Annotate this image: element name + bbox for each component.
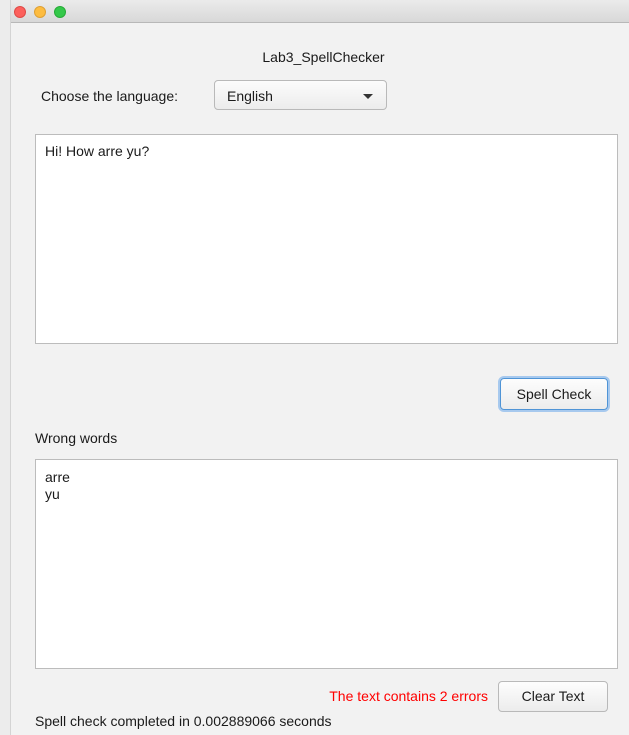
app-title: Lab3_SpellChecker <box>262 49 385 65</box>
error-status-text: The text contains 2 errors <box>329 688 488 704</box>
window-titlebar[interactable] <box>11 0 629 23</box>
language-select[interactable]: English <box>214 80 387 110</box>
clear-text-button[interactable]: Clear Text <box>498 681 608 712</box>
wrong-words-label: Wrong words <box>35 430 118 446</box>
input-textarea[interactable]: Hi! How arre yu? <box>35 134 618 344</box>
app-window: Lab3_SpellChecker Choose the language: E… <box>10 0 629 735</box>
spell-check-button[interactable]: Spell Check <box>500 378 608 410</box>
close-window-icon[interactable] <box>14 6 26 18</box>
language-select-value: English <box>227 88 273 104</box>
minimize-window-icon[interactable] <box>34 6 46 18</box>
chevron-down-icon <box>363 94 373 99</box>
timing-status-text: Spell check completed in 0.002889066 sec… <box>35 713 332 729</box>
wrong-words-textarea[interactable]: arre yu <box>35 459 618 669</box>
maximize-window-icon[interactable] <box>54 6 66 18</box>
language-label: Choose the language: <box>41 88 178 104</box>
